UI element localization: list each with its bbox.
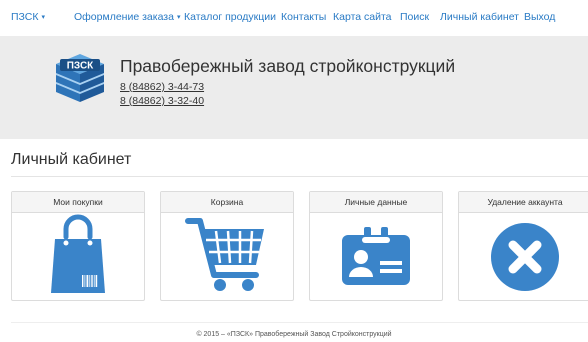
chevron-down-icon: ▾ [41, 14, 45, 21]
nav-item-contacts[interactable]: Контакты [281, 11, 326, 23]
chevron-down-icon: ▾ [176, 14, 181, 21]
card-label: Удаление аккаунта [459, 192, 588, 213]
nav-item-catalog[interactable]: Каталог продукции [184, 11, 276, 23]
page-title: Личный кабинет [11, 151, 132, 168]
card-delete-account[interactable]: Удаление аккаунта [458, 191, 588, 301]
nav-item-sitemap[interactable]: Карта сайта [333, 11, 392, 23]
id-card-icon [342, 227, 410, 285]
nav-item-account[interactable]: Личный кабинет [440, 11, 519, 23]
card-personal-data[interactable]: Личные данные [309, 191, 443, 301]
shopping-cart-icon [185, 218, 264, 291]
delete-circle-icon [491, 223, 559, 291]
card-cart[interactable]: Корзина [160, 191, 294, 301]
card-label: Корзина [161, 192, 293, 213]
company-logo[interactable]: ПЗСК [52, 50, 108, 106]
nav-item-search[interactable]: Поиск [400, 11, 429, 23]
phone-1[interactable]: 8 (84862) 3-44-73 [120, 81, 204, 93]
nav-item-logout[interactable]: Выход [524, 11, 555, 23]
shopping-bag-icon [51, 214, 105, 293]
company-name: Правобережный завод стройконструкций [120, 56, 456, 76]
logo-cube-icon: ПЗСК [56, 54, 104, 102]
nav-item-order[interactable]: Оформление заказа ▾ [74, 11, 180, 25]
footer-divider [11, 322, 588, 323]
card-my-purchases[interactable]: Мои покупки [11, 191, 145, 301]
title-divider [11, 176, 588, 177]
svg-text:ПЗСК: ПЗСК [67, 61, 94, 72]
top-nav: ПЗСК ▾ Оформление заказа ▾ Каталог продукц… [0, 0, 588, 34]
card-label: Мои покупки [12, 192, 144, 213]
phone-2[interactable]: 8 (84862) 3-32-40 [120, 95, 204, 107]
nav-item-pzsk[interactable]: ПЗСК ▾ [11, 11, 45, 25]
header-band: ПЗСК Правобережный завод стройконструкци… [0, 36, 588, 139]
card-label: Личные данные [310, 192, 442, 213]
footer-copyright: © 2015 – «ПЗСК» Правобережный Завод Стро… [196, 331, 392, 338]
